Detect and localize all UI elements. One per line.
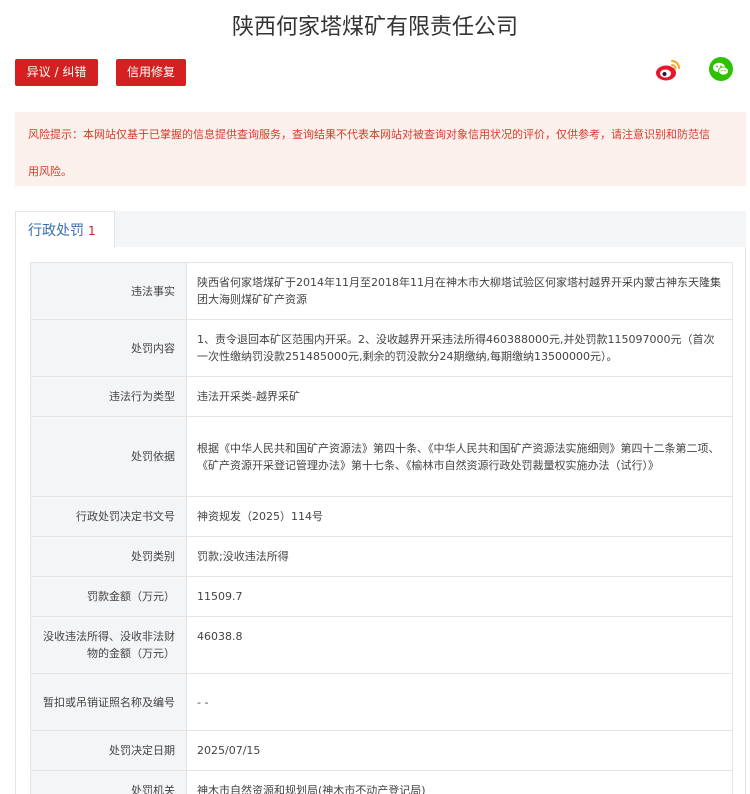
row-value: 46038.8 bbox=[186, 616, 733, 674]
row-key: 违法行为类型 bbox=[30, 376, 187, 417]
table-row: 处罚依据 根据《中华人民共和国矿产资源法》第四十条、《中华人民共和国矿产资源法实施… bbox=[30, 416, 733, 497]
row-key: 处罚决定日期 bbox=[30, 730, 187, 771]
table-row: 暂扣或吊销证照名称及编号 - - bbox=[30, 673, 733, 731]
risk-notice-text: 本网站仅基于已掌握的信息提供查询服务，查询结果不代表本网站对被查询对象信用状况的… bbox=[83, 128, 710, 141]
row-value: 陕西省何家塔煤矿于2014年11月至2018年11月在神木市大柳塔试验区何家塔村… bbox=[186, 262, 733, 320]
table-row: 没收违法所得、没收非法财物的金额（万元） 46038.8 bbox=[30, 616, 733, 674]
row-key: 没收违法所得、没收非法财物的金额（万元） bbox=[30, 616, 187, 674]
tab-administrative-penalty[interactable]: 行政处罚 1 bbox=[15, 211, 115, 248]
risk-notice-label: 风险提示： bbox=[28, 128, 83, 141]
row-value: 违法开采类-越界采矿 bbox=[186, 376, 733, 417]
row-key: 处罚机关 bbox=[30, 770, 187, 794]
row-key: 暂扣或吊销证照名称及编号 bbox=[30, 673, 187, 731]
row-key: 处罚内容 bbox=[30, 319, 187, 377]
tab-bar: 行政处罚 1 bbox=[15, 211, 746, 248]
table-row: 处罚内容 1、责令退回本矿区范围内开采。2、没收越界开采违法所得460388000… bbox=[30, 319, 733, 377]
row-value: - - bbox=[186, 673, 733, 731]
row-value: 神资规发（2025）114号 bbox=[186, 496, 733, 537]
table-row: 罚款金额（万元） 11509.7 bbox=[30, 576, 733, 617]
table-row: 违法行为类型 违法开采类-越界采矿 bbox=[30, 376, 733, 417]
row-value: 1、责令退回本矿区范围内开采。2、没收越界开采违法所得460388000元,并处… bbox=[186, 319, 733, 377]
risk-notice-line1: 风险提示：本网站仅基于已掌握的信息提供查询服务，查询结果不代表本网站对被查询对象… bbox=[28, 116, 736, 153]
wechat-icon[interactable] bbox=[709, 57, 733, 81]
row-value: 根据《中华人民共和国矿产资源法》第四十条、《中华人民共和国矿产资源法实施细则》第… bbox=[186, 416, 733, 497]
tab-label: 行政处罚 bbox=[28, 223, 84, 239]
row-key: 处罚依据 bbox=[30, 416, 187, 497]
table-row: 行政处罚决定书文号 神资规发（2025）114号 bbox=[30, 496, 733, 537]
penalty-record-table: 违法事实 陕西省何家塔煤矿于2014年11月至2018年11月在神木市大柳塔试验区… bbox=[30, 262, 733, 794]
credit-repair-button[interactable]: 信用修复 bbox=[116, 59, 186, 86]
risk-notice-line2: 用风险。 bbox=[28, 165, 72, 178]
tab-count-badge: 1 bbox=[88, 224, 96, 238]
tab-bar-background bbox=[114, 211, 746, 248]
objection-button[interactable]: 异议 / 纠错 bbox=[15, 59, 98, 86]
row-key: 罚款金额（万元） bbox=[30, 576, 187, 617]
penalty-panel: 违法事实 陕西省何家塔煤矿于2014年11月至2018年11月在神木市大柳塔试验区… bbox=[15, 247, 746, 794]
page-title: 陕西何家塔煤矿有限责任公司 bbox=[231, 15, 518, 40]
row-value: 11509.7 bbox=[186, 576, 733, 617]
row-key: 处罚类别 bbox=[30, 536, 187, 577]
table-row: 处罚类别 罚款;没收违法所得 bbox=[30, 536, 733, 577]
row-key: 行政处罚决定书文号 bbox=[30, 496, 187, 537]
row-value: 神木市自然资源和规划局(神木市不动产登记局) bbox=[186, 770, 733, 794]
table-row: 违法事实 陕西省何家塔煤矿于2014年11月至2018年11月在神木市大柳塔试验区… bbox=[30, 262, 733, 320]
row-value: 罚款;没收违法所得 bbox=[186, 536, 733, 577]
risk-notice: 风险提示：本网站仅基于已掌握的信息提供查询服务，查询结果不代表本网站对被查询对象… bbox=[15, 112, 746, 186]
row-value: 2025/07/15 bbox=[186, 730, 733, 771]
table-row: 处罚决定日期 2025/07/15 bbox=[30, 730, 733, 771]
table-row: 处罚机关 神木市自然资源和规划局(神木市不动产登记局) bbox=[30, 770, 733, 794]
row-key: 违法事实 bbox=[30, 262, 187, 320]
weibo-icon[interactable] bbox=[655, 57, 683, 83]
